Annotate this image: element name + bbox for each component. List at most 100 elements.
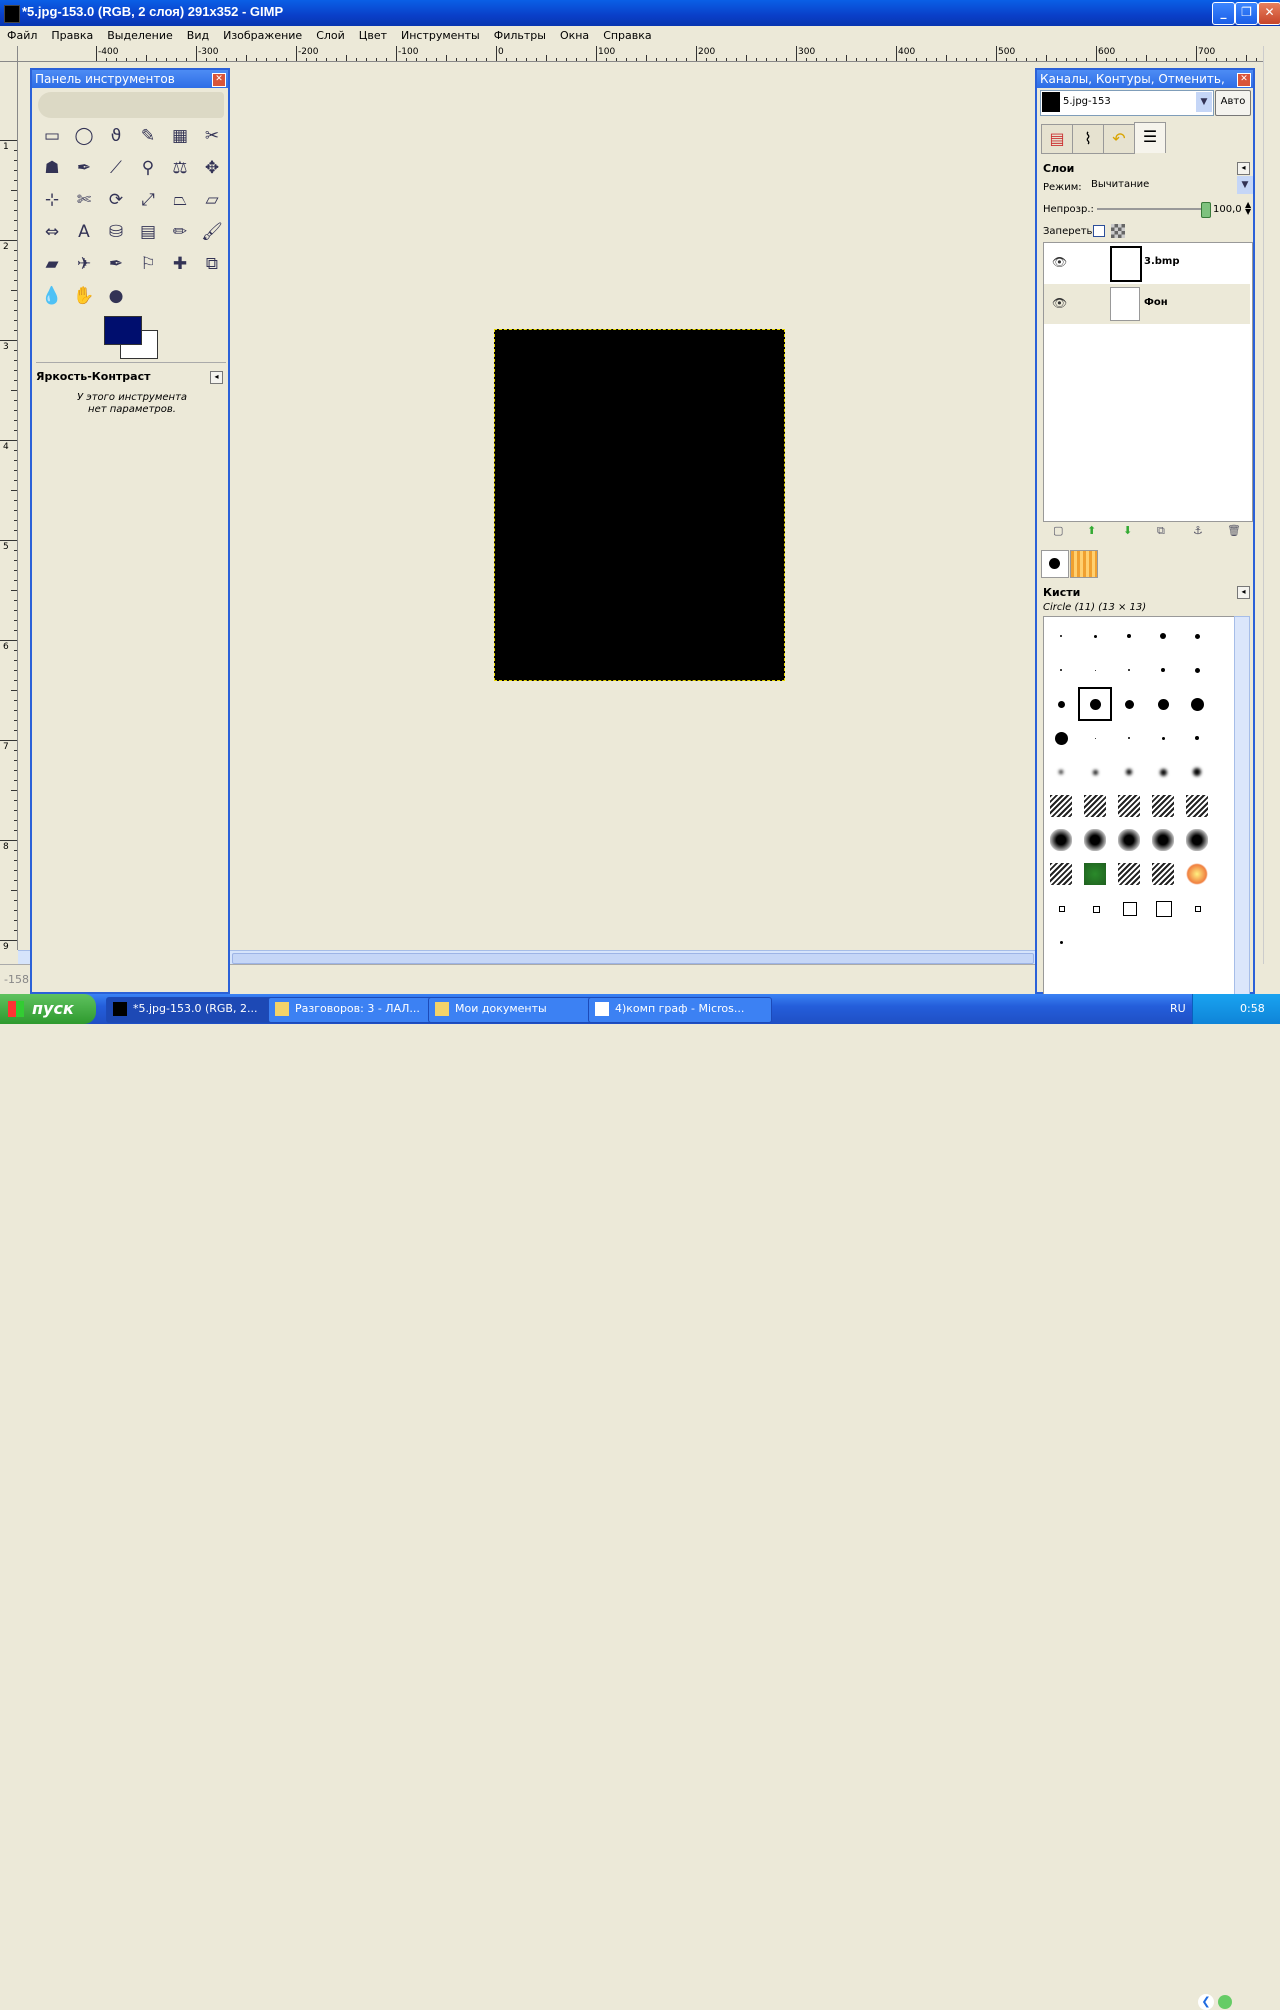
tool-color-picker-button[interactable]: ⟋	[102, 154, 130, 182]
tool-zoom-button[interactable]: ⚲	[134, 154, 162, 182]
tab-layers[interactable]: ☰	[1134, 122, 1166, 153]
brush-preview[interactable]	[1112, 619, 1146, 653]
language-indicator[interactable]: RU	[1170, 1002, 1186, 1015]
lower-layer-icon[interactable]: ⬇	[1123, 524, 1132, 537]
brushes-menu-icon[interactable]: ◂	[1237, 586, 1250, 599]
tool-scissors-select-button[interactable]: ✂	[198, 122, 226, 150]
tool-flip-button[interactable]: ⇔	[38, 218, 66, 246]
tab-channels[interactable]: ▤	[1041, 124, 1073, 154]
lock-alpha-checkbox[interactable]	[1093, 225, 1105, 237]
tool-crop-button[interactable]: ✄	[70, 186, 98, 214]
back-arrow-icon[interactable]: ❮	[1198, 1994, 1214, 2010]
menu-view[interactable]: Вид	[187, 26, 209, 42]
image-selector[interactable]: 5.jpg-153 ▼	[1040, 90, 1214, 116]
menu-file[interactable]: Файл	[7, 26, 37, 42]
brush-preview[interactable]	[1180, 789, 1214, 823]
brush-preview[interactable]	[1078, 925, 1112, 959]
brush-preview[interactable]	[1146, 619, 1180, 653]
tab-brushes[interactable]	[1041, 550, 1069, 578]
brush-preview[interactable]	[1146, 925, 1180, 959]
options-menu-icon[interactable]: ◂	[210, 371, 223, 384]
menu-image[interactable]: Изображение	[223, 26, 302, 42]
foreground-color-swatch[interactable]	[104, 316, 142, 345]
menu-select[interactable]: Выделение	[107, 26, 173, 42]
duplicate-layer-icon[interactable]: ⧉	[1157, 524, 1165, 538]
tool-airbrush-button[interactable]: ✈	[70, 250, 98, 278]
toolbox-close-icon[interactable]: ✕	[212, 73, 226, 87]
close-button[interactable]: ✕	[1258, 2, 1280, 25]
brush-preview[interactable]	[1146, 721, 1180, 755]
tool-foreground-select-button[interactable]: ☗	[38, 154, 66, 182]
brush-preview[interactable]	[1146, 857, 1180, 891]
brush-preview[interactable]	[1044, 687, 1078, 721]
brush-preview[interactable]	[1146, 891, 1180, 925]
brush-preview[interactable]	[1044, 619, 1078, 653]
opacity-spin-icon[interactable]: ▲ ▼	[1245, 201, 1251, 216]
layer-row[interactable]: 👁 3.bmp	[1044, 243, 1250, 283]
tool-fuzzy-select-button[interactable]: ✎	[134, 122, 162, 150]
brush-preview[interactable]	[1078, 891, 1112, 925]
tool-shear-button[interactable]: ⏢	[166, 186, 194, 214]
layers-menu-icon[interactable]: ◂	[1237, 162, 1250, 175]
brush-preview[interactable]	[1146, 823, 1180, 857]
auto-button[interactable]: Авто	[1215, 90, 1251, 116]
tab-undo[interactable]: ↶	[1103, 124, 1135, 154]
brush-preview[interactable]	[1112, 857, 1146, 891]
brush-preview[interactable]	[1146, 687, 1180, 721]
menu-tools[interactable]: Инструменты	[401, 26, 480, 42]
tool-ink-button[interactable]: ✒	[102, 250, 130, 278]
tool-eraser-button[interactable]: ▰	[38, 250, 66, 278]
tool-color-select-button[interactable]: ▦	[166, 122, 194, 150]
brush-preview[interactable]	[1180, 857, 1214, 891]
opacity-value[interactable]: 100,0	[1213, 204, 1242, 215]
brush-preview[interactable]	[1146, 653, 1180, 687]
brush-preview[interactable]	[1078, 789, 1112, 823]
menu-help[interactable]: Справка	[603, 26, 651, 42]
mode-dropdown[interactable]: Вычитание ▼	[1087, 176, 1253, 194]
brush-preview[interactable]	[1180, 925, 1214, 959]
brush-preview[interactable]	[1044, 755, 1078, 789]
task-word[interactable]: 4)комп граф - Micros...	[588, 997, 772, 1023]
vertical-scrollbar[interactable]	[1263, 46, 1280, 964]
tool-paintbrush-button[interactable]: 🖌	[198, 218, 226, 246]
brush-preview[interactable]	[1044, 925, 1078, 959]
new-layer-icon[interactable]: ▢	[1053, 524, 1063, 537]
brush-preview[interactable]	[1112, 687, 1146, 721]
layer-row[interactable]: 👁 Фон	[1044, 284, 1250, 324]
tool-text-button[interactable]: A	[70, 218, 98, 246]
layer-name[interactable]: Фон	[1144, 297, 1168, 308]
tool-blend-button[interactable]: ▤	[134, 218, 162, 246]
brush-preview[interactable]	[1044, 721, 1078, 755]
menu-color[interactable]: Цвет	[359, 26, 387, 42]
layer-name[interactable]: 3.bmp	[1144, 256, 1180, 267]
tool-bucket-fill-button[interactable]: ⛁	[102, 218, 130, 246]
brush-preview[interactable]	[1146, 789, 1180, 823]
brush-preview[interactable]	[1112, 755, 1146, 789]
horizontal-ruler[interactable]: -400 -300 -200 -100 0 100 200 300 400 500 600 700	[18, 46, 1263, 62]
tool-scale-button[interactable]: ⤢	[134, 186, 162, 214]
tab-paths[interactable]: ⌇	[1072, 124, 1104, 154]
minimize-button[interactable]: _	[1212, 2, 1235, 25]
brush-preview[interactable]	[1044, 789, 1078, 823]
raise-layer-icon[interactable]: ⬆	[1087, 524, 1096, 537]
task-my-documents[interactable]: Мои документы	[428, 997, 612, 1023]
brush-preview[interactable]	[1112, 721, 1146, 755]
tool-blur-button[interactable]: 💧	[38, 282, 66, 310]
brush-preview[interactable]	[1180, 687, 1214, 721]
brush-preview[interactable]	[1112, 653, 1146, 687]
brush-preview[interactable]	[1078, 619, 1112, 653]
opacity-slider[interactable]	[1097, 208, 1205, 210]
brush-preview[interactable]	[1044, 857, 1078, 891]
brush-preview[interactable]	[1078, 687, 1112, 721]
brush-preview[interactable]	[1180, 619, 1214, 653]
tool-measure-button[interactable]: ⚖	[166, 154, 194, 182]
tool-perspective-clone-button[interactable]: ⧉	[198, 250, 226, 278]
tool-smudge-button[interactable]: ✋	[70, 282, 98, 310]
brush-preview[interactable]	[1078, 653, 1112, 687]
delete-layer-icon[interactable]: 🗑	[1227, 524, 1241, 537]
menu-layer[interactable]: Слой	[316, 26, 345, 42]
brush-preview[interactable]	[1180, 721, 1214, 755]
opacity-slider-thumb[interactable]	[1201, 202, 1211, 218]
brush-preview[interactable]	[1180, 823, 1214, 857]
ruler-corner[interactable]	[0, 46, 18, 62]
